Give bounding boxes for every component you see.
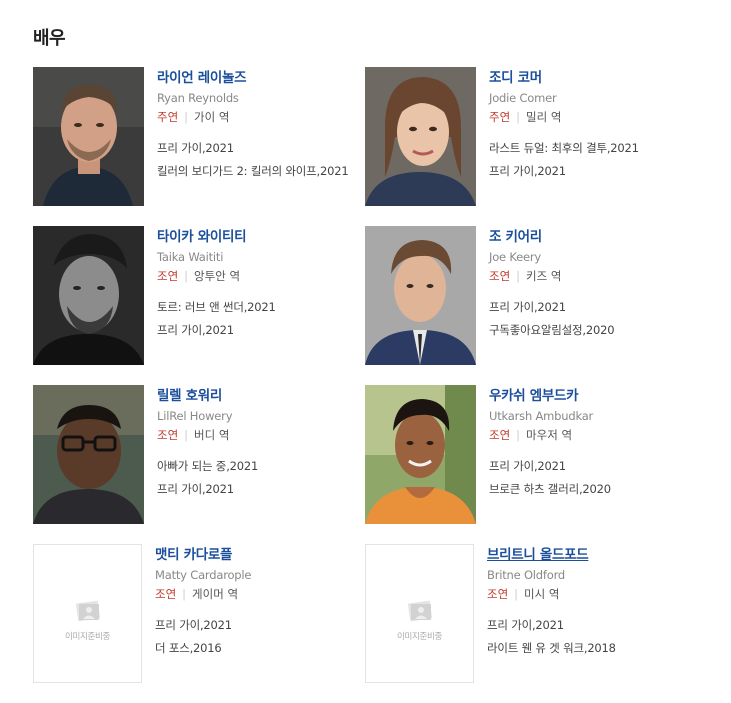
cast-grid: 라이언 레이놀즈 Ryan Reynolds 주연 | 가이 역 프리 가이,202… [33, 67, 697, 703]
actor-name-en: Ryan Reynolds [157, 91, 239, 105]
role-line: 조연 | 미시 역 [487, 587, 682, 601]
filmography-item[interactable]: 프리 가이,2021 [157, 140, 352, 156]
actor-name-en: Matty Cardarople [155, 568, 252, 582]
filmography-item[interactable]: 킬러의 보디가드 2: 킬러의 와이프,2021 [157, 163, 352, 179]
role-separator: | [516, 110, 521, 124]
filmography-item[interactable]: 라이트 웬 유 겟 워크,2018 [487, 640, 682, 656]
actor-photo[interactable] [365, 226, 476, 365]
role-name: 밀리 역 [526, 110, 562, 124]
filmography-item[interactable]: 프리 가이,2021 [157, 481, 352, 497]
actor-name-ko[interactable]: 우카쉬 엠부드카 [489, 389, 579, 403]
role-separator: | [516, 269, 521, 283]
role-line: 주연 | 밀리 역 [489, 110, 684, 124]
role-line: 조연 | 마우저 역 [489, 428, 684, 442]
actor-photo[interactable] [33, 226, 144, 365]
actor-photo[interactable] [33, 385, 144, 524]
role-name: 마우저 역 [526, 428, 573, 442]
actor-photo[interactable] [365, 67, 476, 206]
actor-name-en: Jodie Comer [489, 91, 557, 105]
role-line: 조연 | 앙투안 역 [157, 269, 352, 283]
image-placeholder[interactable]: 이미지준비중 [365, 544, 474, 683]
filmography-item[interactable]: 프리 가이,2021 [157, 322, 352, 338]
actor-card: 이미지준비중 브리트니 올드포드 Britne Oldford 조연 | 미시 역 … [365, 544, 697, 703]
image-placeholder-text: 이미지준비중 [396, 631, 443, 642]
actor-name-en: Utkarsh Ambudkar [489, 409, 594, 423]
filmography-item[interactable]: 프리 가이,2021 [489, 299, 684, 315]
role-name: 미시 역 [524, 587, 560, 601]
role-line: 조연 | 버디 역 [157, 428, 352, 442]
image-placeholder-icon [75, 600, 100, 621]
role-separator: | [516, 428, 521, 442]
role-name: 가이 역 [194, 110, 230, 124]
filmography-item[interactable]: 프리 가이,2021 [155, 617, 350, 633]
actor-name-ko[interactable]: 맷티 카다로플 [155, 548, 232, 562]
image-placeholder-icon [407, 600, 432, 621]
filmography-item[interactable]: 토르: 러브 앤 썬더,2021 [157, 299, 352, 315]
filmography-item[interactable]: 아빠가 되는 중,2021 [157, 458, 352, 474]
actor-name-ko[interactable]: 조 키어리 [489, 230, 542, 244]
filmography-item[interactable]: 라스트 듀얼: 최후의 결투,2021 [489, 140, 684, 156]
actor-name-ko[interactable]: 브리트니 올드포드 [487, 548, 589, 562]
role-type: 조연 [489, 428, 511, 442]
role-line: 조연 | 키즈 역 [489, 269, 684, 283]
actor-photo[interactable] [33, 67, 144, 206]
filmography-item[interactable]: 브로큰 하츠 갤러리,2020 [489, 481, 684, 497]
role-separator: | [184, 428, 189, 442]
role-separator: | [514, 587, 519, 601]
role-line: 주연 | 가이 역 [157, 110, 352, 124]
actor-card: 라이언 레이놀즈 Ryan Reynolds 주연 | 가이 역 프리 가이,202… [33, 67, 365, 226]
filmography-item[interactable]: 프리 가이,2021 [489, 458, 684, 474]
role-name: 버디 역 [194, 428, 230, 442]
role-type: 주연 [489, 110, 511, 124]
role-type: 조연 [155, 587, 177, 601]
role-type: 조연 [489, 269, 511, 283]
role-type: 조연 [157, 269, 179, 283]
actor-name-en: Britne Oldford [487, 568, 565, 582]
filmography-item[interactable]: 구독좋아요알림설정,2020 [489, 322, 684, 338]
role-name: 앙투안 역 [194, 269, 241, 283]
role-name: 게이머 역 [192, 587, 239, 601]
actor-name-ko[interactable]: 조디 코머 [489, 71, 542, 85]
actor-name-ko[interactable]: 라이언 레이놀즈 [157, 71, 247, 85]
role-line: 조연 | 게이머 역 [155, 587, 350, 601]
role-type: 주연 [157, 110, 179, 124]
actor-card: 릴렐 호워리 LilRel Howery 조연 | 버디 역 아빠가 되는 중,20… [33, 385, 365, 544]
actor-card: 우카쉬 엠부드카 Utkarsh Ambudkar 조연 | 마우저 역 프리 가이… [365, 385, 697, 544]
role-separator: | [184, 110, 189, 124]
role-type: 조연 [487, 587, 509, 601]
role-name: 키즈 역 [526, 269, 562, 283]
role-separator: | [184, 269, 189, 283]
actor-name-en: Taika Waititi [157, 250, 224, 264]
filmography-item[interactable]: 프리 가이,2021 [487, 617, 682, 633]
image-placeholder[interactable]: 이미지준비중 [33, 544, 142, 683]
actor-card: 이미지준비중 맷티 카다로플 Matty Cardarople 조연 | 게이머 역… [33, 544, 365, 703]
filmography-item[interactable]: 더 포스,2016 [155, 640, 350, 656]
actor-photo[interactable] [365, 385, 476, 524]
actor-name-ko[interactable]: 릴렐 호워리 [157, 389, 222, 403]
actor-card: 조디 코머 Jodie Comer 주연 | 밀리 역 라스트 듀얼: 최후의 결투… [365, 67, 697, 226]
role-type: 조연 [157, 428, 179, 442]
filmography-item[interactable]: 프리 가이,2021 [489, 163, 684, 179]
actor-card: 타이카 와이티티 Taika Waititi 조연 | 앙투안 역 토르: 러브 앤… [33, 226, 365, 385]
role-separator: | [182, 587, 187, 601]
actor-name-ko[interactable]: 타이카 와이티티 [157, 230, 247, 244]
actor-name-en: LilRel Howery [157, 409, 233, 423]
actor-name-en: Joe Keery [489, 250, 542, 264]
section-title: 배우 [33, 28, 66, 49]
image-placeholder-text: 이미지준비중 [64, 631, 111, 642]
actor-card: 조 키어리 Joe Keery 조연 | 키즈 역 프리 가이,2021 구독좋아요… [365, 226, 697, 385]
